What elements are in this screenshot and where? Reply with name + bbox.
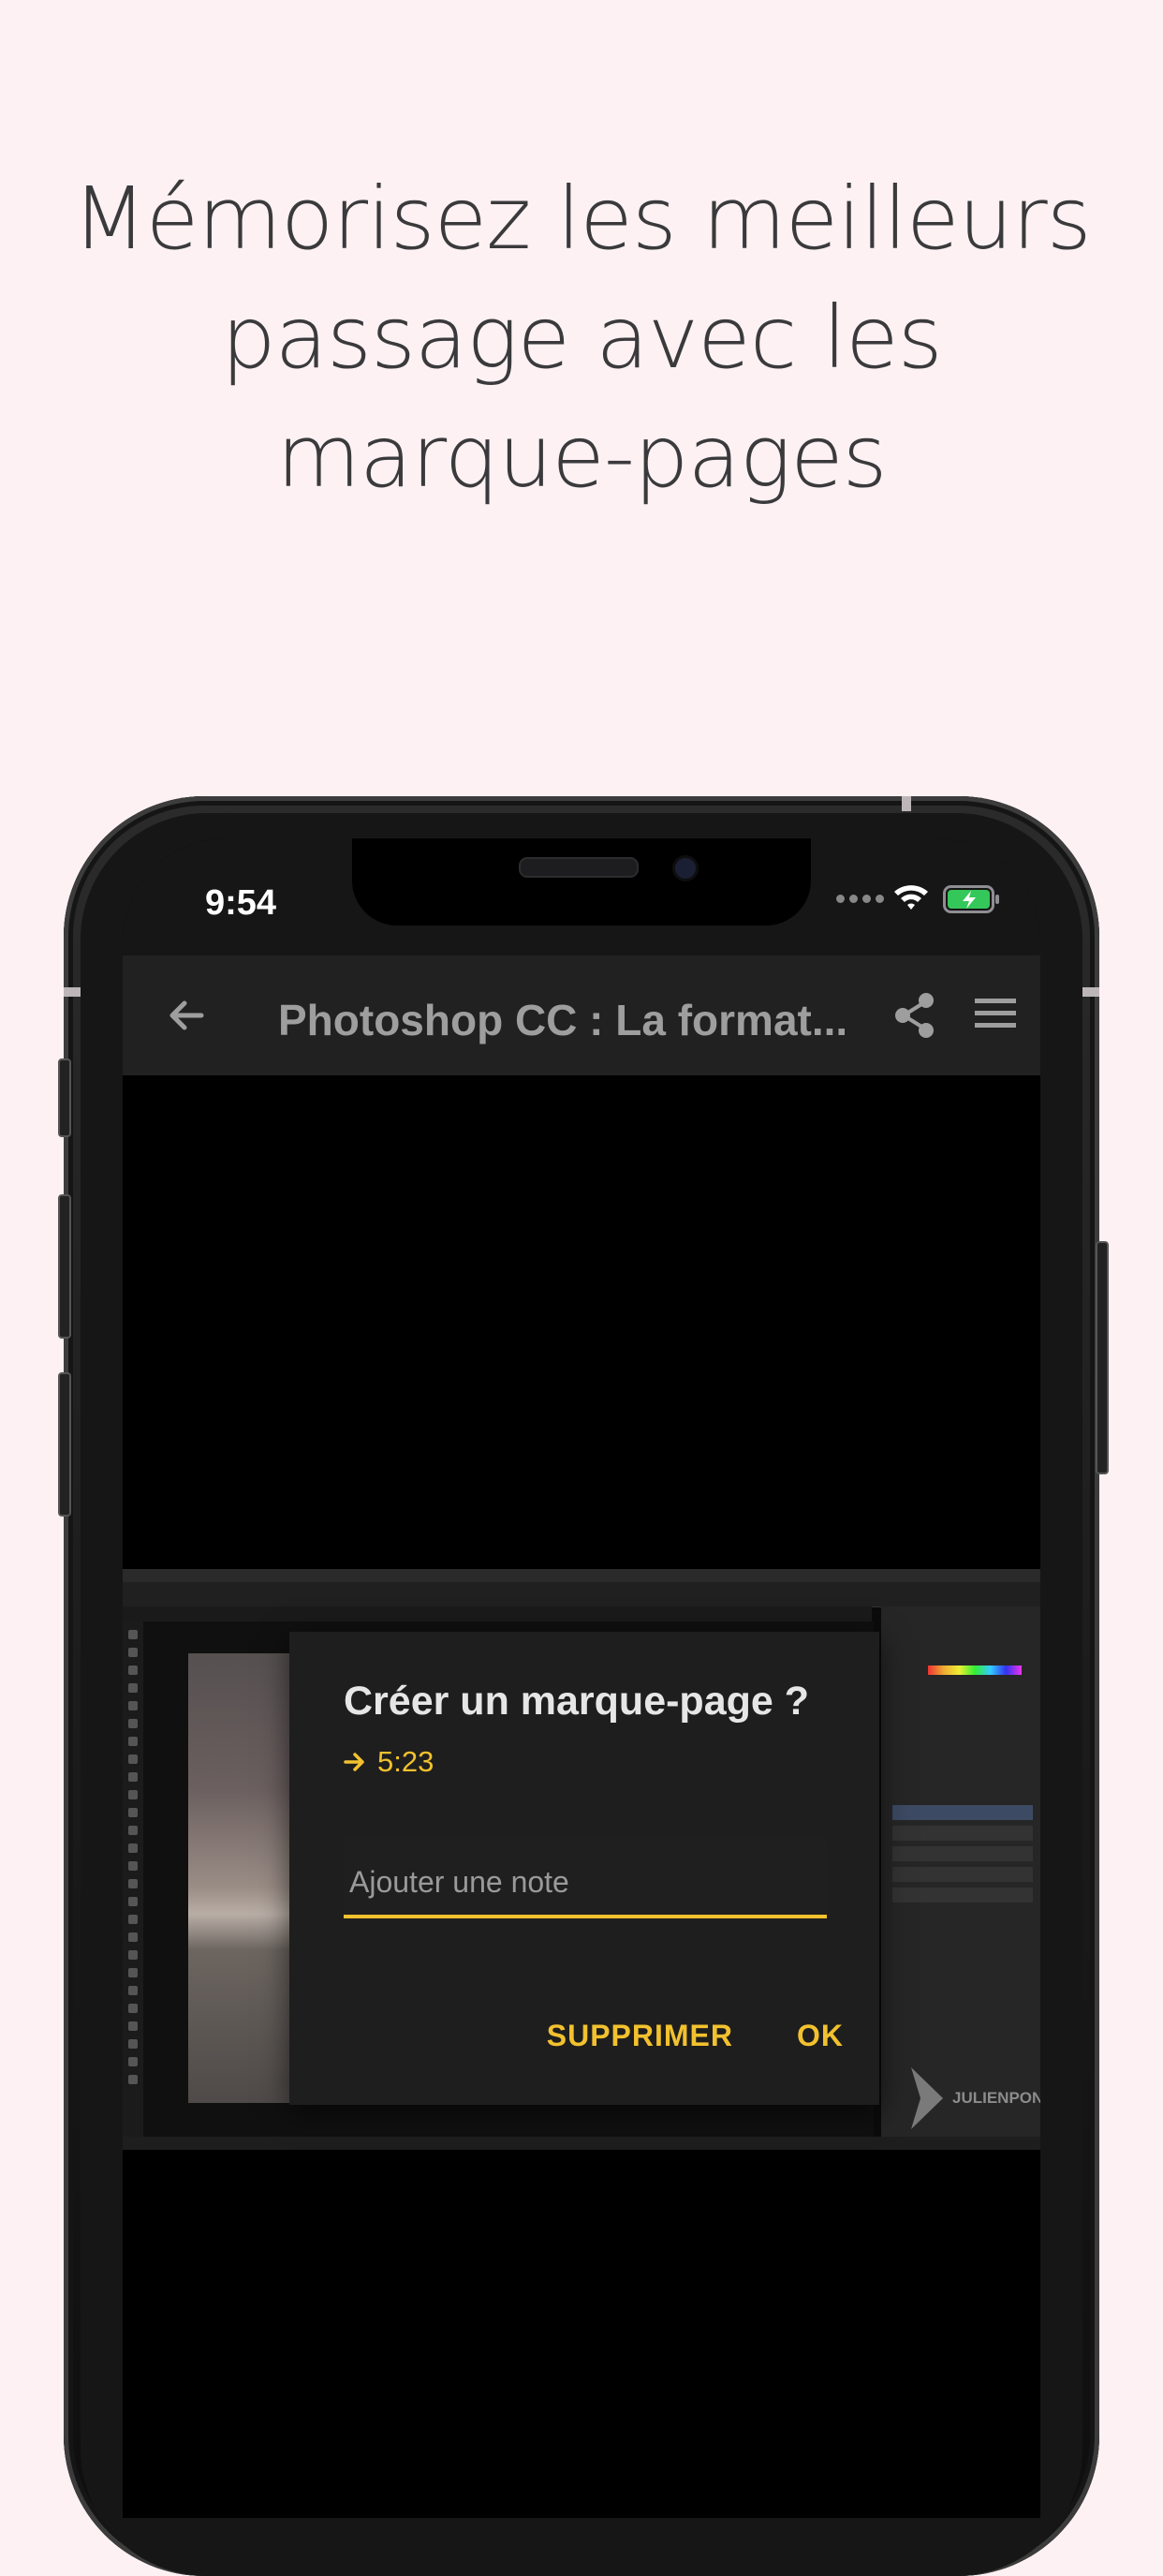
video-status-bar [123,2137,1040,2150]
video-layer-row [892,1826,1033,1841]
arrow-right-icon [344,1753,364,1771]
bookmark-dialog: Créer un marque-page ? 5:23 SUPPRIMER OK [289,1632,879,2105]
battery-icon [943,885,999,913]
note-field [344,1836,827,1918]
notch [352,838,811,925]
delete-button[interactable]: SUPPRIMER [547,2019,733,2053]
volume-up-button [58,1194,71,1339]
dialog-title: Créer un marque-page ? [344,1679,809,1724]
video-toolbar [123,1621,143,2137]
page-title: Photoshop CC : La format... [278,996,848,1044]
video-player[interactable]: JULIENPONS.COM Créer un marque-page ? 5:… [123,1569,1040,2150]
video-tab-bar [123,1606,872,1621]
antenna-band-right [1082,987,1099,997]
promo-headline: Mémorisez les meilleurs passage avec les… [0,159,1163,516]
headline-line-1: Mémorisez les meilleurs [72,169,1091,269]
video-layer-row [892,1888,1033,1902]
speaker-grille [519,857,639,878]
share-icon[interactable] [889,989,941,1042]
video-layer-row [892,1805,1033,1820]
video-layer-row [892,1846,1033,1861]
video-photo [188,1653,291,2103]
cellular-signal-icon [836,895,884,903]
video-menubar [123,1569,1040,1582]
menu-icon[interactable] [973,995,1018,1032]
arrow-back-icon[interactable] [164,993,209,1038]
headline-line-3: marque-pages [276,407,887,507]
front-camera [672,855,699,881]
mute-switch [58,1059,71,1137]
watermark-text: JULIENPONS.COM [952,2089,1040,2107]
status-bar: 9:54 [123,838,1040,955]
note-input[interactable] [344,1836,827,1915]
power-button [1096,1241,1109,1474]
status-time: 9:54 [205,883,277,923]
ok-button[interactable]: OK [797,2019,844,2053]
timestamp-value: 5:23 [377,1745,434,1778]
video-layer-row [892,1867,1033,1882]
app-bar: Photoshop CC : La format... [123,955,1040,1075]
video-color-ramp [928,1666,1022,1675]
video-watermark: JULIENPONS.COM [907,2065,1040,2131]
dialog-actions: SUPPRIMER OK [547,2019,844,2053]
dialog-timestamp: 5:23 [344,1745,434,1779]
wifi-icon [894,885,928,910]
watermark-arrow-icon [911,2067,943,2129]
phone-screen: 9:54 Photoshop CC : La format... JULIENP… [123,838,1040,2518]
volume-down-button [58,1372,71,1517]
antenna-band-left [64,987,81,997]
video-options-bar [123,1582,1040,1607]
antenna-band-top [902,796,911,811]
headline-line-2: passage avec les [221,288,942,388]
